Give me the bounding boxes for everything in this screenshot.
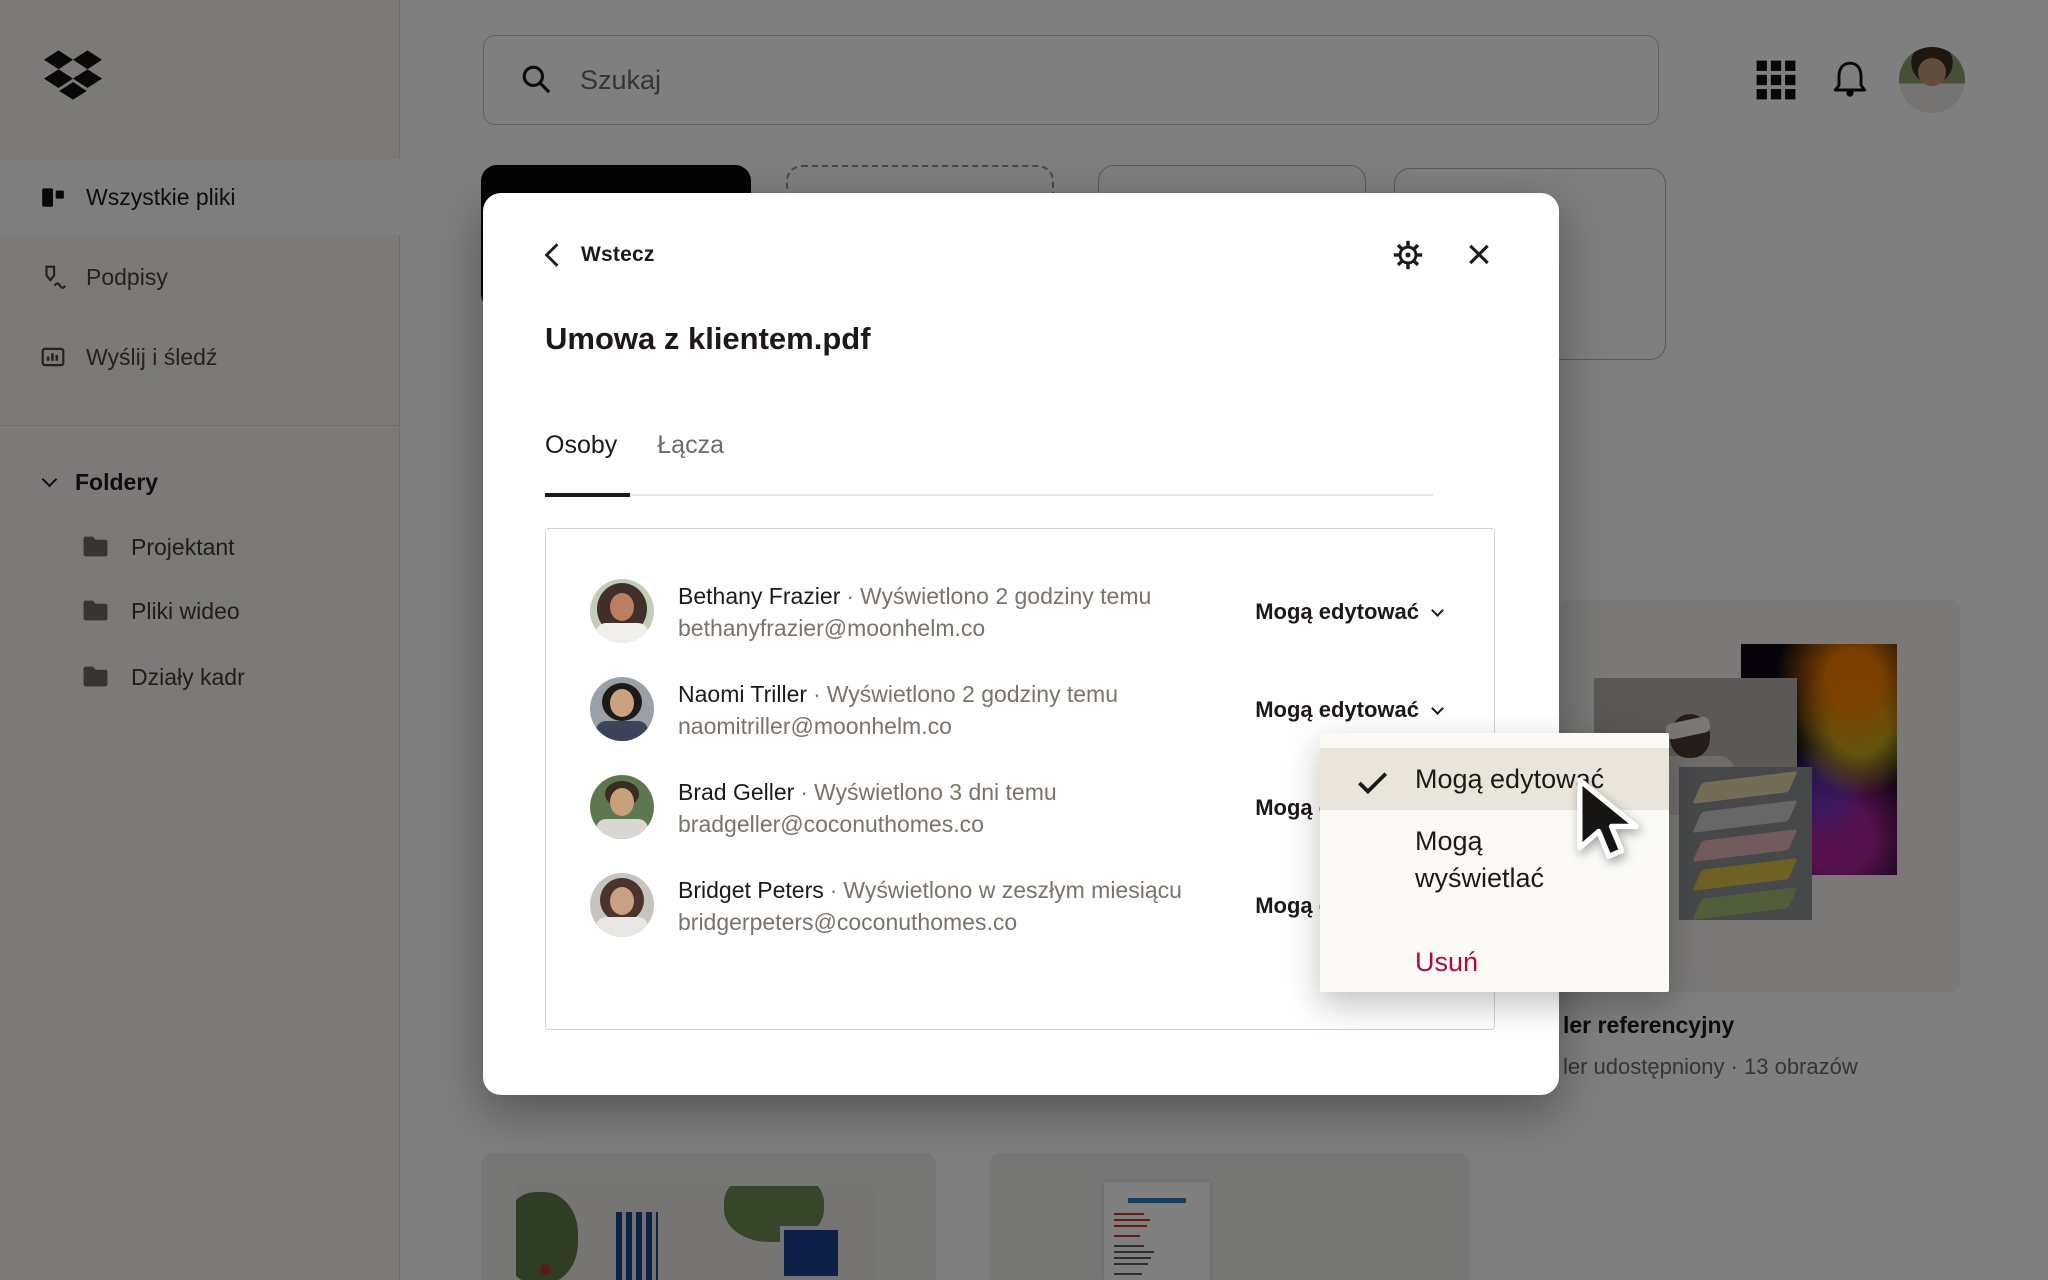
chevron-down-icon	[1431, 603, 1444, 617]
tabs: Osoby Łącza	[545, 431, 724, 460]
separator: ·	[846, 583, 855, 609]
person-row: Bethany Frazier · Wyświetlono 2 godziny te…	[546, 579, 1494, 645]
permission-label: Mogą edytować	[1255, 697, 1419, 722]
person-text: Brad Geller · Wyświetlono 3 dni temu bradg…	[678, 776, 1057, 840]
avatar	[590, 677, 654, 741]
avatar	[590, 775, 654, 839]
permission-label: Mogą edytować	[1255, 599, 1419, 624]
avatar	[590, 873, 654, 937]
person-email: bridgerpeters@coconuthomes.co	[678, 909, 1018, 935]
menu-item-remove[interactable]: Usuń	[1320, 947, 1669, 978]
person-email: naomitriller@moonhelm.co	[678, 713, 952, 739]
close-button[interactable]: ×	[1455, 230, 1503, 279]
separator: ·	[813, 681, 821, 707]
separator: ·	[829, 877, 838, 903]
person-text: Bethany Frazier · Wyświetlono 2 godziny te…	[678, 580, 1151, 644]
person-activity: Wyświetlono 2 godziny temu	[826, 681, 1119, 707]
tab-divider	[545, 494, 1433, 496]
avatar	[590, 579, 654, 643]
menu-item-label: Usuń	[1415, 947, 1479, 977]
dropbox-app-window: Wszystkie pliki Podpisy	[0, 0, 2048, 1280]
separator: ·	[800, 779, 808, 805]
permission-dropdown[interactable]: Mogą edytować	[1247, 579, 1444, 645]
person-text: Bridget Peters · Wyświetlono w zeszłym mie…	[678, 874, 1182, 938]
person-name: Bethany Frazier	[678, 583, 841, 609]
modal-title: Umowa z klientem.pdf	[545, 321, 871, 356]
checkmark-icon	[1358, 772, 1388, 795]
person-activity: Wyświetlono 3 dni temu	[814, 779, 1057, 805]
person-text: Naomi Triller · Wyświetlono 2 godziny temu…	[678, 678, 1118, 742]
person-name: Bridget Peters	[678, 877, 824, 903]
tab-osoby[interactable]: Osoby	[545, 431, 617, 460]
chevron-left-icon	[544, 243, 559, 267]
chevron-down-icon	[1431, 701, 1444, 715]
back-label: Wstecz	[581, 243, 655, 266]
person-email: bethanyfrazier@moonhelm.co	[678, 615, 986, 641]
tab-lacza[interactable]: Łącza	[657, 431, 724, 460]
settings-button[interactable]	[1386, 233, 1430, 277]
mouse-cursor	[1577, 777, 1640, 859]
person-name: Brad Geller	[678, 779, 795, 805]
person-email: bradgeller@coconuthomes.co	[678, 811, 984, 837]
menu-item-label: Mogą wyświetlać	[1415, 826, 1545, 893]
tab-active-indicator	[545, 493, 630, 497]
person-activity: Wyświetlono 2 godziny temu	[860, 583, 1152, 609]
gear-icon	[1393, 240, 1423, 270]
person-activity: Wyświetlono w zeszłym miesiącu	[843, 877, 1182, 903]
person-name: Naomi Triller	[678, 681, 808, 707]
back-button[interactable]: Wstecz	[541, 233, 655, 277]
